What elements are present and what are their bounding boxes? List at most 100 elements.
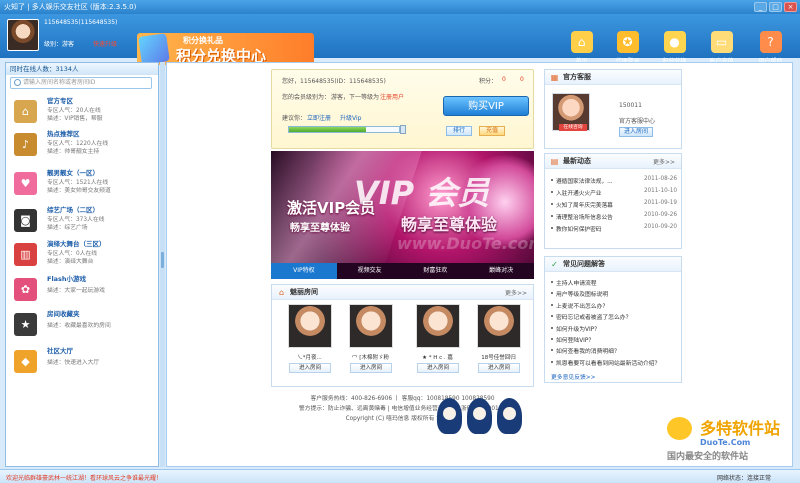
upgrade-vip-link[interactable]: 升级Vip xyxy=(340,113,361,122)
gamepad-icon xyxy=(138,33,170,65)
scrolling-announcement[interactable]: 欢迎光临群雄豪武林一统江湖！看环球风云之争谁最光耀！ xyxy=(6,473,162,482)
news-more-link[interactable]: 更多>> xyxy=(653,157,675,166)
news-item[interactable]: 火知了周年庆完美落幕 2011-09-19 xyxy=(551,198,677,210)
enter-room-button[interactable]: 进入房间 xyxy=(417,363,459,373)
room-category[interactable]: ◆ 社区大厅 描述：快速进入大厅 xyxy=(12,345,152,376)
main-content: 您好，115648535(ID：115648535) 积分： 0 0 您的会员级… xyxy=(166,62,793,467)
window-title: 火知了 | 多人娱乐交友社区 (版本:2.3.5.0) xyxy=(4,3,137,11)
faq-panel: ✓ 常见问题解答 主持人申请流程 用户等级及图标说明 上麦说不出怎么办？ 密码忘记… xyxy=(544,256,682,383)
faq-item[interactable]: 如何升级为VIP？ xyxy=(551,323,677,334)
faq-item[interactable]: 如何查看我的消费明细？ xyxy=(551,345,677,356)
bullet-icon xyxy=(551,360,553,363)
enter-room-button[interactable]: 进入房间 xyxy=(478,363,520,373)
news-item[interactable]: 清理整治场所信息公告 2010-09-26 xyxy=(551,210,677,222)
faq-more-link[interactable]: 更多意见反馈>> xyxy=(551,371,677,382)
room-category[interactable]: ⌂ 官方专区 专区人气：20人在线 描述：VIP销售，帮服 xyxy=(12,95,152,126)
watermark-site-name: 多特软件站 xyxy=(700,419,781,438)
service-enter-button[interactable]: 进入房间 xyxy=(619,127,653,137)
featured-header: ⌂ 魅丽房间 更多>> xyxy=(272,285,533,300)
room-category[interactable]: ◙ 综艺广场（二区） 专区人气：373人在线 描述：综艺广场 xyxy=(12,204,152,235)
user-avatar[interactable] xyxy=(7,19,39,51)
house-icon: ⌂ xyxy=(570,31,593,53)
room-category[interactable]: ▥ 演绎大舞台（三区） 专区人气：0人在线 描述：演绎大舞台 xyxy=(12,238,152,269)
room-card-name: 乀*月夜... xyxy=(297,355,322,361)
faq-item[interactable]: 密码忘记或者被盗了怎么办？ xyxy=(551,311,677,322)
faq-more-text: 更多意见反馈>> xyxy=(551,375,596,382)
banner-large-slogan: 畅享至尊体验 xyxy=(401,215,498,234)
room-avatar[interactable] xyxy=(477,304,521,348)
police-icon xyxy=(437,398,462,434)
bullet-icon xyxy=(551,227,553,229)
splitter-grip[interactable] xyxy=(161,252,164,268)
news-header: ▤ 最新动态 更多>> xyxy=(545,154,681,169)
banner-watermark: www.DuoTe.com xyxy=(397,234,534,253)
watermark-domain: DuoTe.Com xyxy=(700,438,751,447)
maximize-button[interactable]: □ xyxy=(769,2,782,12)
register-user-link[interactable]: 注册用户 xyxy=(380,92,404,101)
room-line-1: 描述：收藏最喜欢的房间 xyxy=(47,323,111,329)
faq-item-text: 主持人申请流程 xyxy=(556,281,597,287)
user-id-line: 115648535(115648535) xyxy=(44,19,118,26)
enter-room-button[interactable]: 进入房间 xyxy=(289,363,331,373)
points-exchange-banner[interactable]: 积分换礼品 积分兑换中心 xyxy=(137,33,314,65)
room-category[interactable]: ♪ 热点推荐区 专区人气：1220人在线 描述：帅哥靓女主持 xyxy=(12,128,152,159)
news-item[interactable]: 入驻开通火火产业 2011-10-10 xyxy=(551,186,677,198)
room-card[interactable]: ★ * H c . 嘉进入房间 xyxy=(413,304,462,385)
faq-item[interactable]: 主持人申请流程 xyxy=(551,277,677,288)
room-category[interactable]: ♥ 靓男靓女（一区） 专区人气：1521人在线 描述：美女帅哥交友频道 xyxy=(12,167,152,198)
service-header: ▦ 官方客服 xyxy=(545,70,681,85)
bullet-icon xyxy=(551,349,553,352)
room-avatar[interactable] xyxy=(349,304,393,348)
faq-list: 主持人申请流程 用户等级及图标说明 上麦说不出怎么办？ 密码忘记或者被盗了怎么办… xyxy=(551,277,677,383)
room-avatar[interactable] xyxy=(288,304,332,348)
news-item-title: 清理整治场所信息公告 xyxy=(556,215,613,221)
faq-item[interactable]: 如何登陆VIP？ xyxy=(551,334,677,345)
featured-more-link[interactable]: 更多>> xyxy=(505,288,527,297)
room-card[interactable]: 乀*月夜... 进入房间 xyxy=(285,304,334,385)
house-icon: ⌂ xyxy=(14,100,37,123)
news-icon: ▤ xyxy=(550,157,559,166)
latest-news-panel: ▤ 最新动态 更多>> 遵循国家法律法规，... 2011-08-26 入驻开通火火产… xyxy=(544,153,682,249)
rank-button[interactable]: 排行 xyxy=(446,126,472,136)
news-item[interactable]: 遵循国家法律法规，... 2011-08-26 xyxy=(551,174,677,186)
recharge-button[interactable]: 充值 xyxy=(479,126,505,136)
tab-video-chat[interactable]: 视频交友 xyxy=(337,263,403,279)
advice-prefix: 建议你： xyxy=(282,115,307,122)
banner-main-title: 激活VIP会员 xyxy=(287,199,376,217)
official-service-panel: ▦ 官方客服 在线咨询 150011 官方客服中心 进入房间 xyxy=(544,69,682,149)
vip-promo-banner[interactable]: VIP 会员 激活VIP会员 畅享至尊体验 畅享至尊体验 www.DuoTe.c… xyxy=(271,151,534,279)
enter-room-button[interactable]: 进入房间 xyxy=(350,363,392,373)
news-item-title: 遵循国家法律法规，... xyxy=(556,179,613,185)
room-card[interactable]: 18号佳誉回归 进入房间 xyxy=(474,304,523,385)
room-card[interactable]: 冖 [木棉附ゞ粉 进入房间 xyxy=(346,304,395,385)
news-item-date: 2010-09-20 xyxy=(643,224,677,230)
faq-item[interactable]: 凯恩看要可以看看到网站最新活动介绍？ xyxy=(551,357,677,368)
points-value: 0 xyxy=(502,76,506,83)
room-category[interactable]: ★ 房间收藏夹 描述：收藏最喜欢的房间 xyxy=(12,308,152,339)
faq-item[interactable]: 用户等级及图标说明 xyxy=(551,288,677,299)
game-icon: ✿ xyxy=(14,278,37,301)
upgrade-link[interactable]: 快速升级 xyxy=(93,39,117,48)
progress-slider-handle[interactable] xyxy=(400,125,406,134)
panel-splitter[interactable] xyxy=(160,62,165,467)
register-now-link[interactable]: 立即注册 xyxy=(307,113,331,122)
tab-wealth-carnival[interactable]: 财富狂欢 xyxy=(403,263,469,279)
room-name: 演绎大舞台（三区） xyxy=(47,240,106,248)
news-item[interactable]: 教你如何保护密码 2010-09-20 xyxy=(551,222,677,234)
news-item-date: 2011-10-10 xyxy=(643,188,677,194)
tab-vip-privileges[interactable]: VIP特权 xyxy=(271,263,337,279)
close-button[interactable]: × xyxy=(784,2,797,12)
room-avatar[interactable] xyxy=(416,304,460,348)
room-line-2: 描述：美女帅哥交友频道 xyxy=(47,188,111,194)
faq-item[interactable]: 上麦说不出怎么办？ xyxy=(551,300,677,311)
search-input[interactable]: 请输入房间名称或者房间ID xyxy=(10,77,152,89)
room-name: 综艺广场（二区） xyxy=(47,206,99,214)
online-consult-tag[interactable]: 在线咨询 xyxy=(559,124,587,131)
news-item-date: 2011-08-26 xyxy=(643,176,677,182)
tab-peak-battle[interactable]: 巅峰对决 xyxy=(468,263,534,279)
status-bar: 欢迎光临群雄豪武林一统江湖！看环球风云之争谁最光耀！ 网络状态：连接正常 xyxy=(0,469,800,483)
room-category[interactable]: ✿ Flash小游戏 描述：大家一起玩游戏 xyxy=(12,273,152,304)
room-name: 官方专区 xyxy=(47,97,73,105)
minimize-button[interactable]: _ xyxy=(754,2,767,12)
buy-vip-button[interactable]: 购买VIP xyxy=(443,96,529,116)
